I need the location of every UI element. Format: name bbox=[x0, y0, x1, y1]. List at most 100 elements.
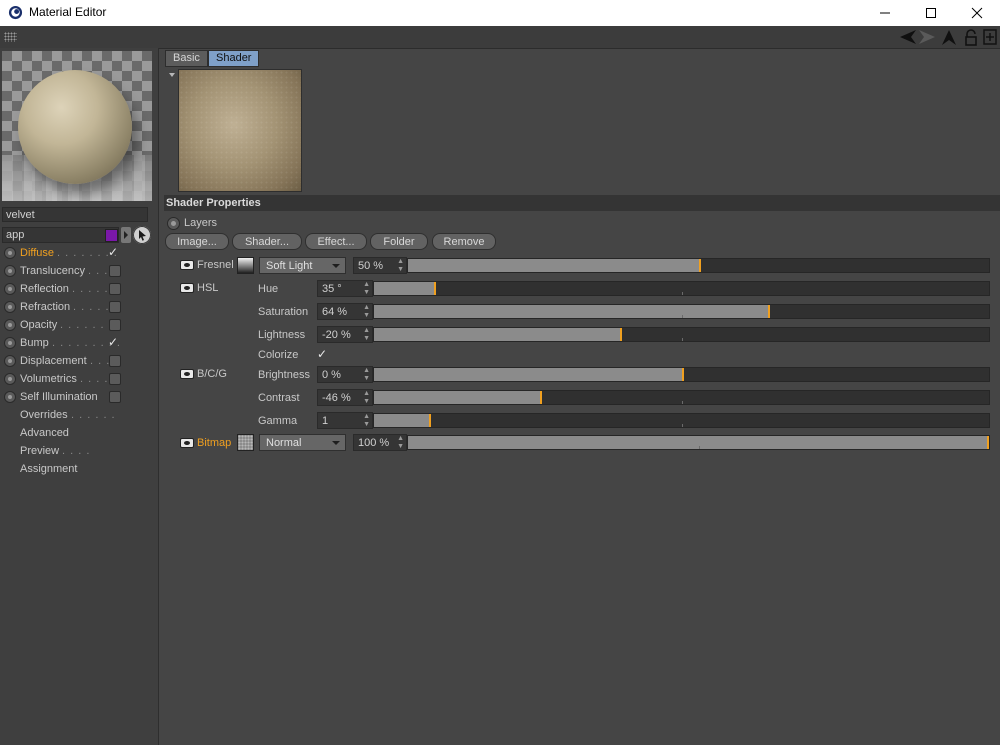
channel-item-diffuse[interactable]: Diffuse. . . . . . . . ✓ bbox=[0, 244, 158, 262]
slider-handle[interactable] bbox=[429, 414, 431, 427]
pick-cursor-icon[interactable] bbox=[133, 226, 151, 244]
maximize-button[interactable] bbox=[908, 0, 954, 26]
image-button[interactable]: Image... bbox=[165, 233, 229, 250]
lightness-field[interactable]: -20 % ▲ ▼ bbox=[317, 326, 373, 343]
channel-item-translucency[interactable]: Translucency. . . bbox=[0, 262, 158, 280]
channel-radio[interactable] bbox=[4, 373, 16, 385]
fresnel-opacity-slider[interactable] bbox=[407, 258, 990, 273]
brightness-slider[interactable] bbox=[373, 367, 990, 382]
bitmap-opacity-field[interactable]: 100 % ▲ ▼ bbox=[353, 434, 407, 451]
channel-item-assignment[interactable]: Assignment bbox=[0, 460, 158, 478]
channel-checkbox[interactable] bbox=[109, 301, 121, 313]
collapse-triangle-icon[interactable] bbox=[169, 73, 175, 77]
layers-radio[interactable] bbox=[167, 217, 180, 230]
channel-item-bump[interactable]: Bump. . . . . . . . . ✓ bbox=[0, 334, 158, 352]
fresnel-blend-mode-select[interactable]: Soft Light bbox=[259, 257, 346, 274]
gamma-field[interactable]: 1 ▲ ▼ bbox=[317, 412, 373, 429]
fresnel-visibility-eye-icon[interactable] bbox=[180, 260, 194, 270]
remove-button[interactable]: Remove bbox=[432, 233, 496, 250]
channel-checkbox[interactable] bbox=[109, 391, 121, 403]
shader-button[interactable]: Shader... bbox=[232, 233, 302, 250]
spinner-icon[interactable]: ▲ ▼ bbox=[397, 435, 404, 451]
slider-handle[interactable] bbox=[768, 305, 770, 318]
shader-properties-header[interactable]: Shader Properties bbox=[164, 195, 1000, 211]
bitmap-layer-name[interactable]: Bitmap bbox=[197, 437, 231, 449]
fresnel-layer-name[interactable]: Fresnel bbox=[197, 259, 234, 271]
channel-radio[interactable] bbox=[4, 337, 16, 349]
hsl-layer-name[interactable]: HSL bbox=[197, 282, 218, 294]
contrast-field[interactable]: -46 % ▲ ▼ bbox=[317, 389, 373, 406]
channel-item-preview[interactable]: Preview. . . . bbox=[0, 442, 158, 460]
forward-arrow-icon[interactable] bbox=[918, 29, 936, 45]
channel-checkbox[interactable] bbox=[109, 265, 121, 277]
material-preview[interactable] bbox=[2, 51, 152, 201]
bitmap-visibility-eye-icon[interactable] bbox=[180, 438, 194, 448]
channel-radio[interactable] bbox=[4, 247, 16, 259]
spinner-icon[interactable]: ▲ ▼ bbox=[363, 413, 370, 429]
color-swatch[interactable] bbox=[105, 229, 118, 242]
bitmap-blend-mode-select[interactable]: Normal bbox=[259, 434, 346, 451]
gamma-slider[interactable] bbox=[373, 413, 990, 428]
expand-arrow-button[interactable] bbox=[121, 227, 131, 243]
minimize-button[interactable] bbox=[862, 0, 908, 26]
texture-preview[interactable] bbox=[178, 69, 302, 192]
slider-handle[interactable] bbox=[682, 368, 684, 381]
bcg-layer-name[interactable]: B/C/G bbox=[197, 368, 227, 380]
channel-item-overrides[interactable]: Overrides. . . . . . bbox=[0, 406, 158, 424]
channel-filter-field[interactable]: app bbox=[2, 227, 119, 243]
colorize-checkbox[interactable]: ✓ bbox=[317, 347, 327, 361]
folder-button[interactable]: Folder bbox=[370, 233, 428, 250]
channel-checkbox[interactable] bbox=[109, 355, 121, 367]
channel-radio[interactable] bbox=[4, 265, 16, 277]
channel-item-volumetrics[interactable]: Volumetrics. . . . bbox=[0, 370, 158, 388]
channel-item-advanced[interactable]: Advanced bbox=[0, 424, 158, 442]
tab-basic[interactable]: Basic bbox=[165, 50, 208, 67]
brightness-field[interactable]: 0 % ▲ ▼ bbox=[317, 366, 373, 383]
spinner-icon[interactable]: ▲ ▼ bbox=[363, 281, 370, 297]
channel-item-opacity[interactable]: Opacity. . . . . . . . bbox=[0, 316, 158, 334]
tab-shader[interactable]: Shader bbox=[208, 50, 260, 67]
unlock-icon[interactable] bbox=[964, 29, 978, 46]
saturation-field[interactable]: 64 % ▲ ▼ bbox=[317, 303, 373, 320]
contrast-slider[interactable] bbox=[373, 390, 990, 405]
hue-field[interactable]: 35 ° ▲ ▼ bbox=[317, 280, 373, 297]
fresnel-gradient-swatch[interactable] bbox=[237, 257, 254, 274]
effect-button[interactable]: Effect... bbox=[305, 233, 367, 250]
channel-radio[interactable] bbox=[4, 283, 16, 295]
new-window-icon[interactable] bbox=[983, 29, 997, 45]
close-button[interactable] bbox=[954, 0, 1000, 26]
material-name-field[interactable]: velvet bbox=[2, 207, 148, 222]
channel-radio[interactable] bbox=[4, 301, 16, 313]
hue-slider[interactable] bbox=[373, 281, 990, 296]
channel-checkbox-checked[interactable]: ✓ bbox=[108, 243, 118, 261]
channel-checkbox[interactable] bbox=[109, 283, 121, 295]
fresnel-opacity-field[interactable]: 50 % ▲ ▼ bbox=[353, 257, 407, 274]
slider-handle[interactable] bbox=[540, 391, 542, 404]
channel-checkbox-checked[interactable]: ✓ bbox=[108, 333, 118, 351]
up-arrow-icon[interactable] bbox=[941, 29, 957, 46]
slider-handle[interactable] bbox=[987, 436, 989, 449]
back-arrow-icon[interactable] bbox=[899, 29, 917, 45]
spinner-icon[interactable]: ▲ ▼ bbox=[363, 304, 370, 320]
spinner-icon[interactable]: ▲ ▼ bbox=[363, 367, 370, 383]
bitmap-opacity-slider[interactable] bbox=[407, 435, 990, 450]
channel-item-self-illumination[interactable]: Self Illumination bbox=[0, 388, 158, 406]
saturation-slider[interactable] bbox=[373, 304, 990, 319]
channel-radio[interactable] bbox=[4, 319, 16, 331]
channel-radio[interactable] bbox=[4, 391, 16, 403]
spinner-icon[interactable]: ▲ ▼ bbox=[363, 390, 370, 406]
lightness-slider[interactable] bbox=[373, 327, 990, 342]
channel-radio[interactable] bbox=[4, 355, 16, 367]
channel-item-refraction[interactable]: Refraction. . . . . bbox=[0, 298, 158, 316]
channel-checkbox[interactable] bbox=[109, 319, 121, 331]
slider-handle[interactable] bbox=[620, 328, 622, 341]
slider-handle[interactable] bbox=[699, 259, 701, 272]
channel-checkbox[interactable] bbox=[109, 373, 121, 385]
spinner-icon[interactable]: ▲ ▼ bbox=[363, 327, 370, 343]
panel-grip-icon[interactable] bbox=[4, 32, 17, 42]
bcg-visibility-eye-icon[interactable] bbox=[180, 369, 194, 379]
spinner-icon[interactable]: ▲ ▼ bbox=[397, 258, 404, 274]
slider-handle[interactable] bbox=[434, 282, 436, 295]
channel-item-displacement[interactable]: Displacement. . . bbox=[0, 352, 158, 370]
hsl-visibility-eye-icon[interactable] bbox=[180, 283, 194, 293]
